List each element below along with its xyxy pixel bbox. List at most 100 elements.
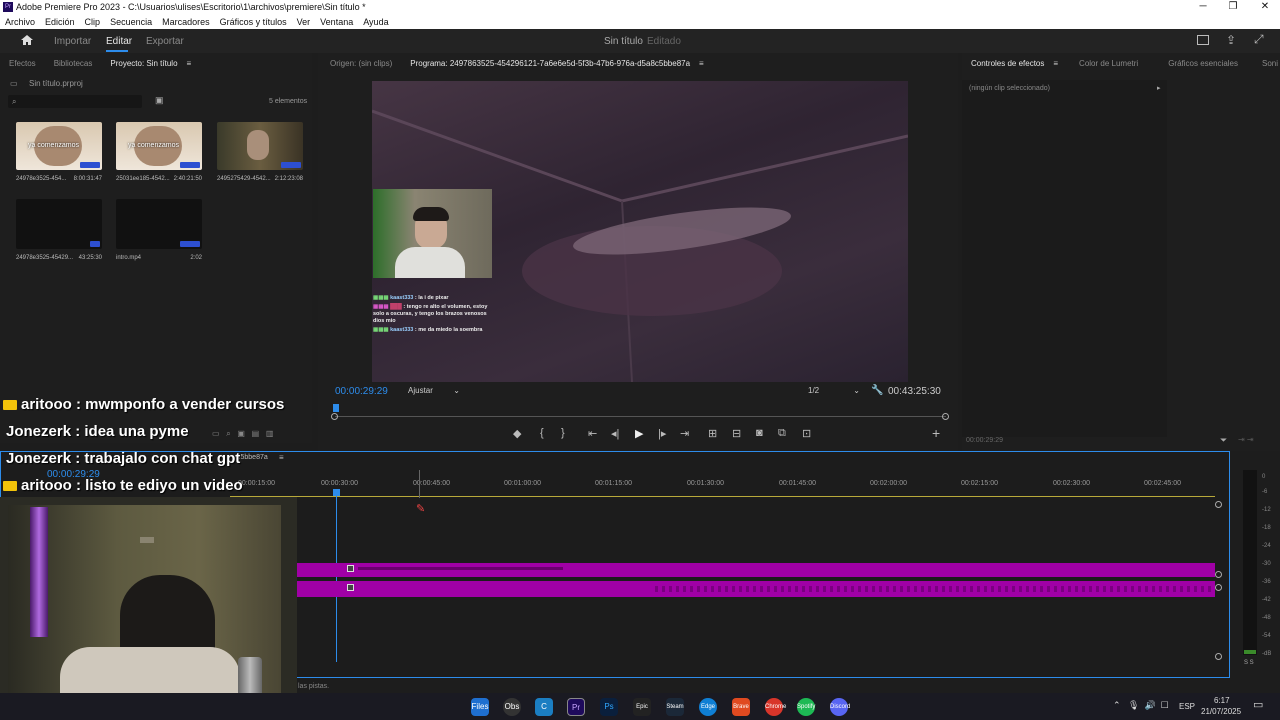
premiere-app-icon[interactable]: Pr [567, 698, 585, 716]
solo-buttons[interactable]: S S [1244, 660, 1254, 666]
maximize-icon[interactable]: ❐ [1218, 1, 1248, 12]
panel-toggle-icon[interactable] [1197, 35, 1209, 45]
panel-menu-icon[interactable]: ≡ [699, 59, 704, 68]
extract-icon[interactable]: ⊟ [732, 427, 741, 440]
filter-icon[interactable]: ⏷ [1220, 435, 1227, 446]
wrench-icon[interactable]: 🔧 [871, 385, 883, 396]
overlay-chat-line: Jonezerk : idea una pyme [6, 423, 189, 440]
camera-icon[interactable]: ◙ [756, 427, 763, 439]
program-timecode[interactable]: 00:00:29:29 [335, 386, 388, 397]
tab-bibliotecas[interactable]: Bibliotecas [45, 59, 102, 68]
menu-archivo[interactable]: Archivo [5, 17, 35, 27]
c-app-icon[interactable]: C [535, 698, 553, 716]
panel-menu-icon[interactable]: ≡ [1053, 59, 1058, 68]
resolution-dropdown[interactable]: 1/2 ⌄ [808, 386, 860, 395]
program-scrub-bar[interactable] [335, 416, 946, 417]
fx-badge-icon [347, 565, 354, 572]
safe-margins-icon[interactable]: ⊡ [802, 427, 811, 440]
sequence-tab[interactable]: c5bbe87a [237, 454, 268, 461]
timeline-playhead-head[interactable] [333, 489, 340, 496]
work-area-bar[interactable] [230, 496, 1215, 497]
crown-badge-icon [3, 481, 17, 492]
new-bin-icon[interactable]: ▣ [155, 95, 164, 106]
project-item[interactable]: 24978e3525-45429... 43:25:30 [16, 199, 102, 261]
program-duration: 00:43:25:30 [888, 386, 941, 397]
project-item[interactable]: ya comenzamos 24978e3525-454... 8:00:31:4… [16, 122, 102, 182]
track-scroll-handle[interactable] [1215, 501, 1222, 508]
tab-lumetri[interactable]: Color de Lumetri [1070, 59, 1147, 68]
tab-exportar[interactable]: Exportar [146, 36, 184, 47]
premiere-app-icon: Pr [3, 2, 13, 12]
mark-in-icon[interactable]: { [540, 427, 544, 439]
tab-sonido[interactable]: Soni [1253, 59, 1280, 68]
step-forward-icon[interactable]: |▸ [658, 427, 666, 440]
expand-icon[interactable]: ▸ [1157, 84, 1161, 92]
tab-importar[interactable]: Importar [54, 36, 91, 47]
track-scroll-handle[interactable] [1215, 584, 1222, 591]
project-item[interactable]: 2495275429-4542... 2:12:23:08 [217, 122, 303, 182]
export-icon[interactable]: ⇥ ⇥ [1238, 435, 1254, 444]
project-file-name: Sin título.prproj [29, 79, 83, 88]
marker-icon[interactable]: ◆ [513, 427, 521, 440]
step-back-icon[interactable]: ◂| [611, 427, 619, 440]
photoshop-app-icon[interactable]: Ps [600, 698, 618, 716]
clock-date[interactable]: 21/07/2025 [1201, 707, 1241, 716]
search-input[interactable]: ⌕ [8, 95, 142, 108]
obs-app-icon[interactable]: Obs [503, 698, 521, 716]
menu-graficos[interactable]: Gráficos y títulos [220, 17, 287, 27]
tray-icons[interactable]: ⌃ 🎙 🔊 ☐ [1113, 700, 1169, 711]
out-handle[interactable] [942, 413, 949, 420]
compare-icon[interactable]: ⧉ [778, 427, 786, 440]
mark-out-icon[interactable]: } [561, 427, 565, 439]
share-icon[interactable]: ⇪ [1226, 33, 1236, 47]
project-item[interactable]: ya comenzamos 25031ee185-4542... 2:40:21:… [116, 122, 202, 182]
timeline-playhead-line[interactable] [336, 496, 337, 662]
go-to-in-icon[interactable]: ⇤ [588, 427, 597, 440]
menu-ver[interactable]: Ver [297, 17, 311, 27]
epic-app-icon[interactable]: Epic [633, 698, 651, 716]
tab-programa[interactable]: Programa: 2497863525-454296121-7a6e6e5d-… [401, 59, 699, 68]
menu-edicion[interactable]: Edición [45, 17, 75, 27]
program-playhead[interactable] [333, 404, 339, 412]
close-icon[interactable]: ✕ [1250, 1, 1280, 12]
program-video-frame[interactable]: ▦▦▦ kaast333 : la i de pixar ▦▦▦ ███ : t… [372, 81, 908, 382]
files-app-icon[interactable]: Files [471, 698, 489, 716]
menu-secuencia[interactable]: Secuencia [110, 17, 152, 27]
menu-clip[interactable]: Clip [85, 17, 101, 27]
add-button-icon[interactable]: + [932, 425, 940, 441]
lift-icon[interactable]: ⊞ [708, 427, 717, 440]
discord-app-icon[interactable]: Discord [830, 698, 850, 716]
track-scroll-handle[interactable] [1215, 571, 1222, 578]
tab-controles-efectos[interactable]: Controles de efectos [962, 59, 1053, 68]
tab-editar[interactable]: Editar [106, 36, 132, 47]
minimize-icon[interactable]: ─ [1188, 1, 1218, 12]
tab-efectos[interactable]: Efectos [0, 59, 45, 68]
fit-dropdown[interactable]: Ajustar ⌄ [408, 386, 460, 395]
tab-graficos-esenciales[interactable]: Gráficos esenciales [1159, 59, 1247, 68]
brave-app-icon[interactable]: Brave [732, 698, 750, 716]
spotify-app-icon[interactable]: Spotify [797, 698, 815, 716]
panel-menu-icon[interactable]: ≡ [187, 59, 192, 68]
fullscreen-icon[interactable]: ⤢ [1254, 32, 1264, 47]
notification-icon[interactable]: ▭ [1253, 698, 1263, 711]
edge-app-icon[interactable]: Edge [699, 698, 717, 716]
play-icon[interactable]: ▶ [635, 427, 643, 440]
home-icon[interactable] [20, 34, 34, 46]
language-indicator[interactable]: ESP [1179, 702, 1195, 711]
track-scroll-handle[interactable] [1215, 653, 1222, 660]
tab-origen[interactable]: Origen: (sin clips) [321, 59, 401, 68]
meter-level [1244, 650, 1256, 654]
chrome-app-icon[interactable]: Chrome [765, 698, 786, 716]
clock-time[interactable]: 6:17 [1214, 696, 1230, 705]
in-handle[interactable] [331, 413, 338, 420]
workspace-bar: Importar Editar Exportar Sin título - Ed… [0, 29, 1280, 53]
menu-ventana[interactable]: Ventana [320, 17, 353, 27]
steam-app-icon[interactable]: Steam [666, 698, 684, 716]
video-clip[interactable] [297, 563, 1215, 577]
menu-ayuda[interactable]: Ayuda [363, 17, 388, 27]
project-item[interactable]: intro.mp4 2:02 [116, 199, 202, 261]
menu-marcadores[interactable]: Marcadores [162, 17, 210, 27]
panel-menu-icon[interactable]: ≡ [279, 453, 284, 462]
go-to-out-icon[interactable]: ⇥ [680, 427, 689, 440]
tab-proyecto[interactable]: Proyecto: Sin título [101, 59, 186, 68]
